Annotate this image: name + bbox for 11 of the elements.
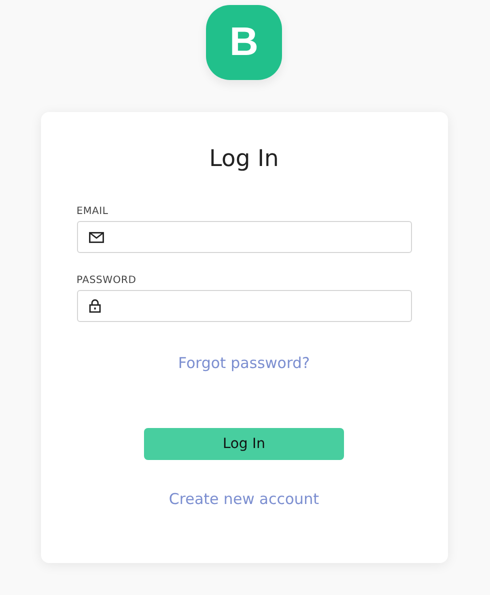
- create-account-link[interactable]: Create new account: [168, 490, 320, 508]
- field-label: EMAIL: [76, 206, 110, 217]
- email-field[interactable]: [76, 221, 412, 253]
- password-field[interactable]: [76, 290, 412, 322]
- logo-icon: B: [206, 5, 282, 80]
- login-button[interactable]: Log In: [144, 428, 344, 460]
- forgot-password-link[interactable]: Forgot password?: [178, 354, 310, 372]
- lock-icon: [88, 299, 100, 313]
- login-title: Log In: [209, 146, 279, 172]
- mail-icon: [88, 232, 104, 242]
- field-label: PASSWORD: [76, 275, 138, 286]
